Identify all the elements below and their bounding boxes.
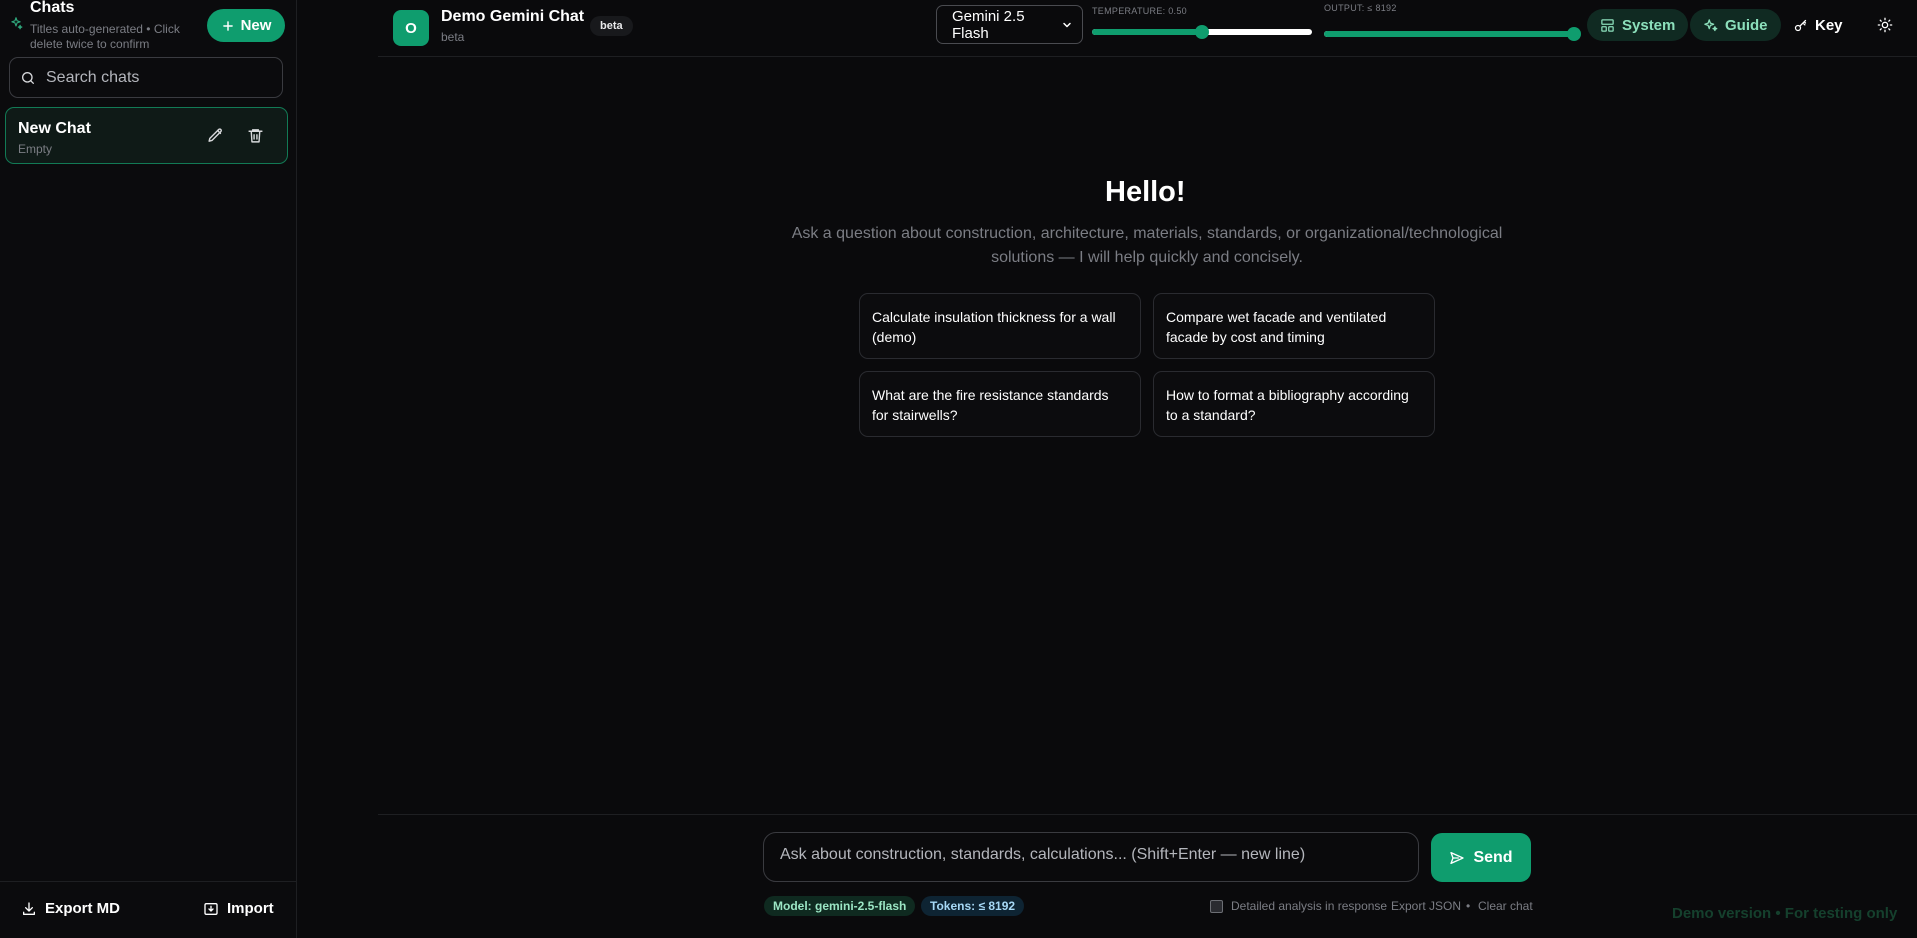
model-select[interactable]: Gemini 2.5 Flash <box>936 5 1083 44</box>
output-slider-thumb[interactable] <box>1567 27 1581 41</box>
sidebar-subtitle: Titles auto-generated • Click delete twi… <box>30 22 180 51</box>
suggestion-card[interactable]: Compare wet facade and ventilated facade… <box>1153 293 1435 359</box>
sparkle-icon <box>9 16 23 30</box>
app-logo: O <box>393 10 429 46</box>
guide-button[interactable]: Guide <box>1690 9 1781 41</box>
model-chip: Model: gemini-2.5-flash <box>764 896 916 916</box>
chat-title: New Chat <box>18 120 91 137</box>
edit-icon[interactable] <box>207 127 224 144</box>
sidebar: Chats Titles auto-generated • Click dele… <box>0 0 297 938</box>
guide-label: Guide <box>1725 16 1768 34</box>
theme-toggle-button[interactable] <box>1868 9 1902 41</box>
export-md-label: Export MD <box>45 900 120 917</box>
system-button[interactable]: System <box>1587 9 1689 41</box>
composer-divider <box>378 814 1917 815</box>
chat-list-item[interactable]: New Chat Empty <box>5 107 288 164</box>
output-slider-fill <box>1324 31 1574 37</box>
export-md-button[interactable]: Export MD <box>21 900 120 917</box>
temperature-slider-thumb[interactable] <box>1195 25 1209 39</box>
export-json-link[interactable]: Export JSON <box>1391 899 1461 913</box>
layout-icon <box>1600 18 1615 33</box>
suggestion-card[interactable]: What are the fire resistance standards f… <box>859 371 1141 437</box>
import-button[interactable]: Import <box>203 900 274 917</box>
send-icon <box>1449 850 1465 866</box>
key-icon <box>1793 18 1808 33</box>
download-icon <box>21 901 37 917</box>
send-button[interactable]: Send <box>1431 833 1531 882</box>
search-box <box>9 57 283 98</box>
new-chat-label: New <box>240 17 272 34</box>
temperature-label: TEMPERATURE: 0.50 <box>1092 6 1187 16</box>
intro-text: Ask a question about construction, archi… <box>791 225 1503 266</box>
option-separator: • <box>1466 899 1471 913</box>
chevron-down-icon <box>1061 19 1073 31</box>
plus-icon <box>221 19 235 33</box>
beta-badge: beta <box>590 16 633 36</box>
app-title: Demo Gemini Chat <box>441 8 585 25</box>
search-icon <box>20 70 36 86</box>
sidebar-title: Chats <box>30 0 75 16</box>
prompt-box <box>763 832 1419 882</box>
detailed-analysis-label: Detailed analysis in response <box>1231 899 1388 913</box>
detailed-analysis-option[interactable]: Detailed analysis in response <box>1210 899 1387 913</box>
suggestion-card[interactable]: How to format a bibliography according t… <box>1153 371 1435 437</box>
system-label: System <box>1622 16 1676 34</box>
trash-icon[interactable] <box>247 127 264 144</box>
greeting-heading: Hello! <box>1105 176 1186 208</box>
sidebar-footer: Export MD Import <box>0 881 297 938</box>
key-label: Key <box>1815 16 1843 34</box>
send-label: Send <box>1473 848 1513 866</box>
output-slider[interactable] <box>1324 27 1581 41</box>
sun-icon <box>1877 17 1893 33</box>
new-chat-button[interactable]: New <box>207 9 285 42</box>
import-label: Import <box>227 900 274 917</box>
top-header: O Demo Gemini Chat beta beta Gemini 2.5 … <box>378 0 1917 57</box>
key-button[interactable]: Key <box>1780 9 1856 41</box>
demo-watermark: Demo version • For testing only <box>1672 905 1898 922</box>
model-select-value: Gemini 2.5 Flash <box>952 7 1025 42</box>
clear-chat-link[interactable]: Clear chat <box>1478 899 1533 913</box>
search-input[interactable] <box>46 68 266 87</box>
temperature-slider-fill <box>1092 29 1202 35</box>
sparkle-icon <box>1703 18 1718 33</box>
suggestion-card[interactable]: Calculate insulation thickness for a wal… <box>859 293 1141 359</box>
import-icon <box>203 901 219 917</box>
temperature-slider[interactable] <box>1092 25 1312 39</box>
chat-subtitle: Empty <box>18 142 53 156</box>
prompt-input[interactable] <box>780 846 1402 868</box>
sidebar-header: Chats Titles auto-generated • Click dele… <box>0 0 297 58</box>
tokens-chip: Tokens: ≤ 8192 <box>921 896 1025 916</box>
detailed-analysis-checkbox[interactable] <box>1210 899 1223 913</box>
output-label: OUTPUT: ≤ 8192 <box>1324 3 1397 13</box>
app-subtitle: beta <box>441 30 465 44</box>
